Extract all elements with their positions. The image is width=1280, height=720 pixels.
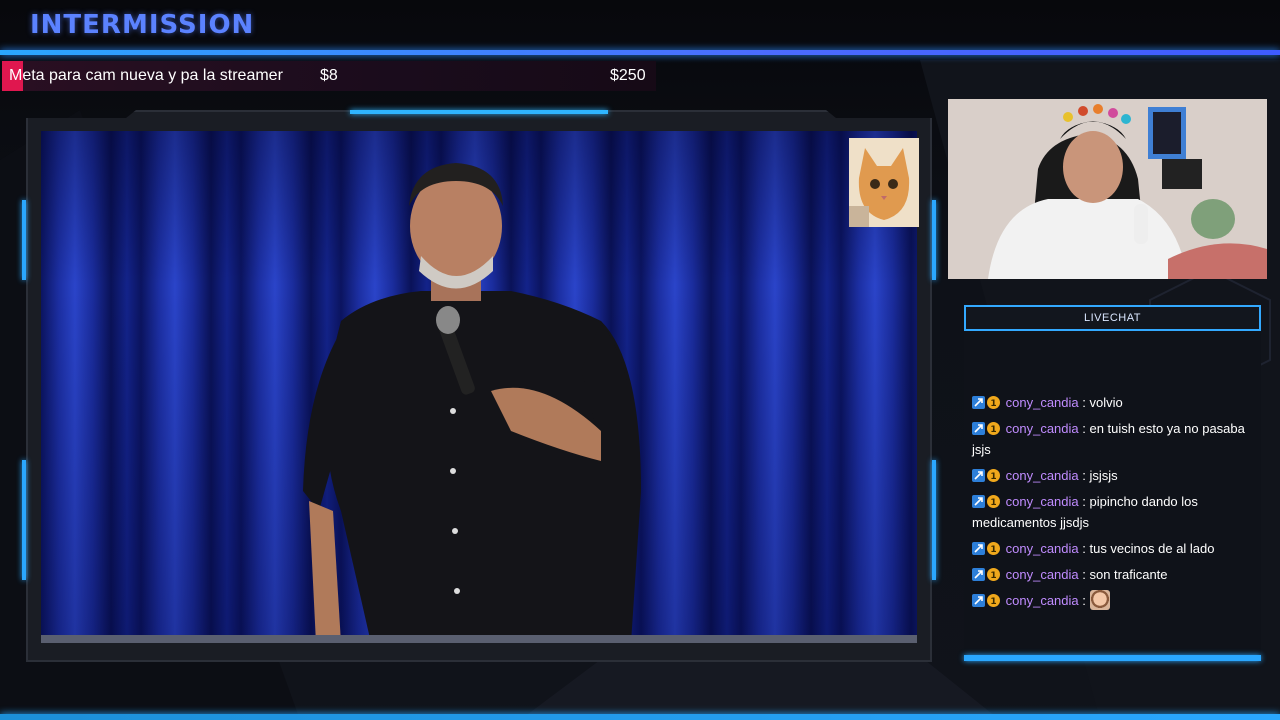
frame-right-accent-2 (932, 460, 936, 580)
stage-floor (41, 635, 917, 643)
goal-target-amount: $250 (610, 67, 646, 84)
emote-icon (1089, 590, 1110, 610)
svg-text:1: 1 (990, 498, 996, 508)
frame-left-accent (22, 200, 26, 280)
prime-badge-icon (972, 592, 985, 607)
chat-username[interactable]: cony_candia (1006, 593, 1079, 608)
goal-current-amount: $8 (320, 67, 338, 84)
chat-username[interactable]: cony_candia (1006, 567, 1079, 582)
prime-badge-icon (972, 566, 985, 581)
video-stage (41, 131, 917, 643)
chat-username[interactable]: cony_candia (1006, 421, 1079, 436)
svg-text:1: 1 (990, 545, 996, 555)
chat-username[interactable]: cony_candia (1006, 541, 1079, 556)
chat-text: : jsjsjs (1082, 468, 1118, 483)
chat-message: 1 cony_candia : en tuish esto ya no pasa… (972, 418, 1261, 460)
svg-text:1: 1 (990, 597, 996, 607)
chat-text: : volvio (1082, 395, 1123, 410)
chat-message: 1 cony_candia : pipincho dando los medic… (972, 491, 1261, 533)
footer-divider (0, 714, 1280, 720)
sub-badge-icon: 1 (987, 566, 1000, 581)
sub-badge-icon: 1 (987, 493, 1000, 508)
sub-badge-icon: 1 (987, 467, 1000, 482)
chat-text: : son traficante (1082, 567, 1168, 582)
sub-badge-icon: 1 (987, 540, 1000, 555)
chat-text: : tus vecinos de al lado (1082, 541, 1215, 556)
cat-cam-overlay (849, 138, 919, 227)
sub-badge-icon: 1 (987, 592, 1000, 607)
streamer-webcam (948, 99, 1267, 279)
frame-top-accent (350, 110, 608, 114)
svg-text:1: 1 (990, 571, 996, 581)
chat-message: 1 cony_candia : (972, 590, 1261, 611)
livechat-header: LIVECHAT (964, 305, 1261, 331)
chat-bottom-accent (964, 655, 1261, 661)
donation-goal-bar: Meta para cam nueva y pa la streamer $8 … (2, 61, 656, 91)
prime-badge-icon (972, 493, 985, 508)
chat-username[interactable]: cony_candia (1006, 494, 1079, 509)
frame-left-accent-2 (22, 460, 26, 580)
livechat-panel[interactable]: 1 cony_candia : volvio 1 cony_candia : e… (964, 331, 1261, 656)
chat-text: : (1082, 593, 1086, 608)
prime-badge-icon (972, 467, 985, 482)
svg-text:1: 1 (990, 425, 996, 435)
chat-message: 1 cony_candia : volvio (972, 392, 1261, 413)
frame-right-accent (932, 200, 936, 280)
chat-message: 1 cony_candia : son traficante (972, 564, 1261, 585)
prime-badge-icon (972, 394, 985, 409)
header-divider (0, 50, 1280, 55)
sub-badge-icon: 1 (987, 394, 1000, 409)
scene-title: INTERMISSION (30, 10, 255, 40)
prime-badge-icon (972, 540, 985, 555)
chat-username[interactable]: cony_candia (1006, 395, 1079, 410)
chat-message: 1 cony_candia : jsjsjs (972, 465, 1261, 486)
chat-message: 1 cony_candia : tus vecinos de al lado (972, 538, 1261, 559)
chat-username[interactable]: cony_candia (1006, 468, 1079, 483)
prime-badge-icon (972, 420, 985, 435)
comedian-figure (303, 163, 641, 643)
svg-text:1: 1 (990, 472, 996, 482)
svg-text:1: 1 (990, 399, 996, 409)
goal-label: Meta para cam nueva y pa la streamer (9, 67, 283, 84)
sub-badge-icon: 1 (987, 420, 1000, 435)
